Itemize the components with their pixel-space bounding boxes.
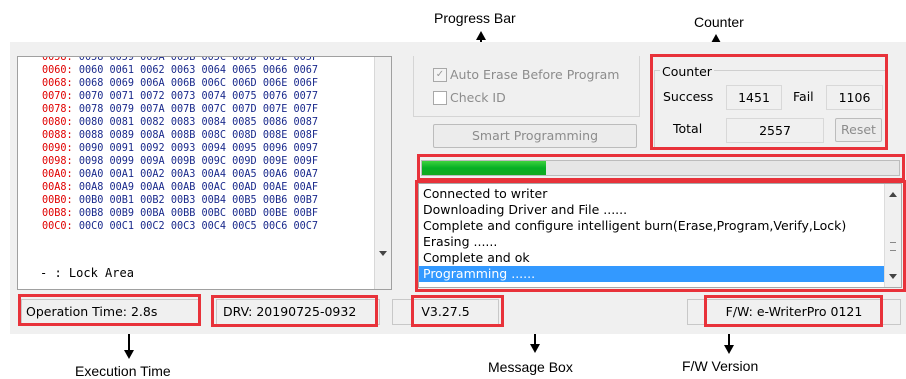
message-box-highlight — [415, 180, 906, 292]
hex-row: 0098: 0098 0099 009A 009B 009C 009D 009E… — [42, 155, 318, 168]
hex-address: 0078: — [42, 104, 73, 115]
hex-view-panel[interactable]: 0058: 0058 0059 005A 005B 005C 005D 005E… — [17, 56, 392, 290]
hex-values: 00B0 00B1 00B2 00B3 00B4 00B5 00B6 00B7 — [78, 195, 319, 206]
hex-values: 0080 0081 0082 0083 0084 0085 0086 0087 — [78, 117, 319, 128]
hex-address: 00B0: — [42, 195, 73, 206]
hex-row: 0070: 0070 0071 0072 0073 0074 0075 0076… — [42, 90, 318, 103]
hex-values: 00B8 00B9 00BA 00BB 00BC 00BD 00BE 00BF — [78, 208, 319, 219]
hex-values: 00A0 00A1 00A2 00A3 00A4 00A5 00A6 00A7 — [78, 169, 319, 180]
hex-address: 0088: — [42, 130, 73, 141]
hex-values: 0090 0091 0092 0093 0094 0095 0096 0097 — [78, 143, 319, 154]
message-box-annotation: Message Box — [488, 359, 573, 375]
hex-address: 0080: — [42, 117, 73, 128]
hex-values: 00A8 00A9 00AA 00AB 00AC 00AD 00AE 00AF — [78, 182, 319, 193]
app-version-highlight — [411, 295, 504, 327]
hex-row: 0088: 0088 0089 008A 008B 008C 008D 008E… — [42, 129, 318, 142]
operation-time-highlight — [18, 294, 201, 326]
hex-values: 0098 0099 009A 009B 009C 009D 009E 009F — [78, 156, 319, 167]
hex-address: 0090: — [42, 143, 73, 154]
message-box-arrow-head — [530, 344, 540, 353]
fw-version-arrow-head — [724, 345, 734, 354]
firmware-version-highlight — [704, 295, 883, 327]
execution-time-arrow-head — [124, 350, 134, 359]
progress-bar-annotation: Progress Bar — [434, 10, 516, 26]
execution-time-annotation: Execution Time — [75, 363, 171, 379]
hex-row: 0058: 0058 0059 005A 005B 005C 005D 005E… — [42, 56, 319, 63]
hex-address: 00B8: — [42, 208, 73, 219]
hex-values: 0068 0069 006A 006B 006C 006D 006E 006F — [78, 78, 319, 89]
lock-area-label: - : Lock Area — [40, 266, 134, 280]
auto-erase-checkbox[interactable]: ✓ — [433, 68, 447, 82]
hex-values: 0070 0071 0072 0073 0074 0075 0076 0077 — [78, 91, 319, 102]
hex-address: 0070: — [42, 91, 73, 102]
hex-values: 0078 0079 007A 007B 007C 007D 007E 007F — [78, 104, 319, 115]
check-id-checkbox[interactable] — [433, 91, 447, 105]
hex-values: 0088 0089 008A 008B 008C 008D 008E 008F — [78, 130, 319, 141]
hex-address: 00C0: — [42, 221, 73, 232]
fw-version-annotation: F/W Version — [682, 358, 759, 374]
hex-address: 0068: — [42, 78, 73, 89]
hex-row: 00A8: 00A8 00A9 00AA 00AB 00AC 00AD 00AE… — [42, 181, 318, 194]
hex-row: 00B8: 00B8 00B9 00BA 00BB 00BC 00BD 00BE… — [42, 207, 318, 220]
hex-row: 00B0: 00B0 00B1 00B2 00B3 00B4 00B5 00B6… — [42, 194, 318, 207]
hex-address: 0060: — [42, 65, 73, 76]
auto-erase-label: Auto Erase Before Program — [450, 67, 620, 82]
hex-values: 0060 0061 0062 0063 0064 0065 0066 0067 — [78, 65, 319, 76]
counter-annotation: Counter — [694, 14, 744, 30]
hex-row: 0060: 0060 0061 0062 0063 0064 0065 0066… — [42, 64, 318, 77]
driver-version-highlight — [211, 295, 378, 327]
check-id-label: Check ID — [450, 90, 506, 105]
hex-row: 0090: 0090 0091 0092 0093 0094 0095 0096… — [42, 142, 318, 155]
hex-row: 0078: 0078 0079 007A 007B 007C 007D 007E… — [42, 103, 318, 116]
scroll-down-icon[interactable] — [379, 251, 387, 256]
options-group — [413, 56, 640, 117]
smart-programming-button[interactable]: Smart Programming — [433, 124, 637, 148]
hex-values: 00C0 00C1 00C2 00C3 00C4 00C5 00C6 00C7 — [78, 221, 319, 232]
hex-address: 0098: — [42, 156, 73, 167]
hex-address: 00A8: — [42, 182, 73, 193]
hex-scrollbar[interactable] — [374, 57, 391, 289]
hex-row: 0068: 0068 0069 006A 006B 006C 006D 006E… — [42, 77, 318, 90]
hex-row: 00C0: 00C0 00C1 00C2 00C3 00C4 00C5 00C6… — [42, 220, 318, 233]
hex-address: 00A0: — [42, 169, 73, 180]
progress-bar-highlight — [417, 154, 905, 181]
hex-row: 0080: 0080 0081 0082 0083 0084 0085 0086… — [42, 116, 318, 129]
counter-highlight — [650, 54, 888, 150]
hex-row: 00A0: 00A0 00A1 00A2 00A3 00A4 00A5 00A6… — [42, 168, 318, 181]
